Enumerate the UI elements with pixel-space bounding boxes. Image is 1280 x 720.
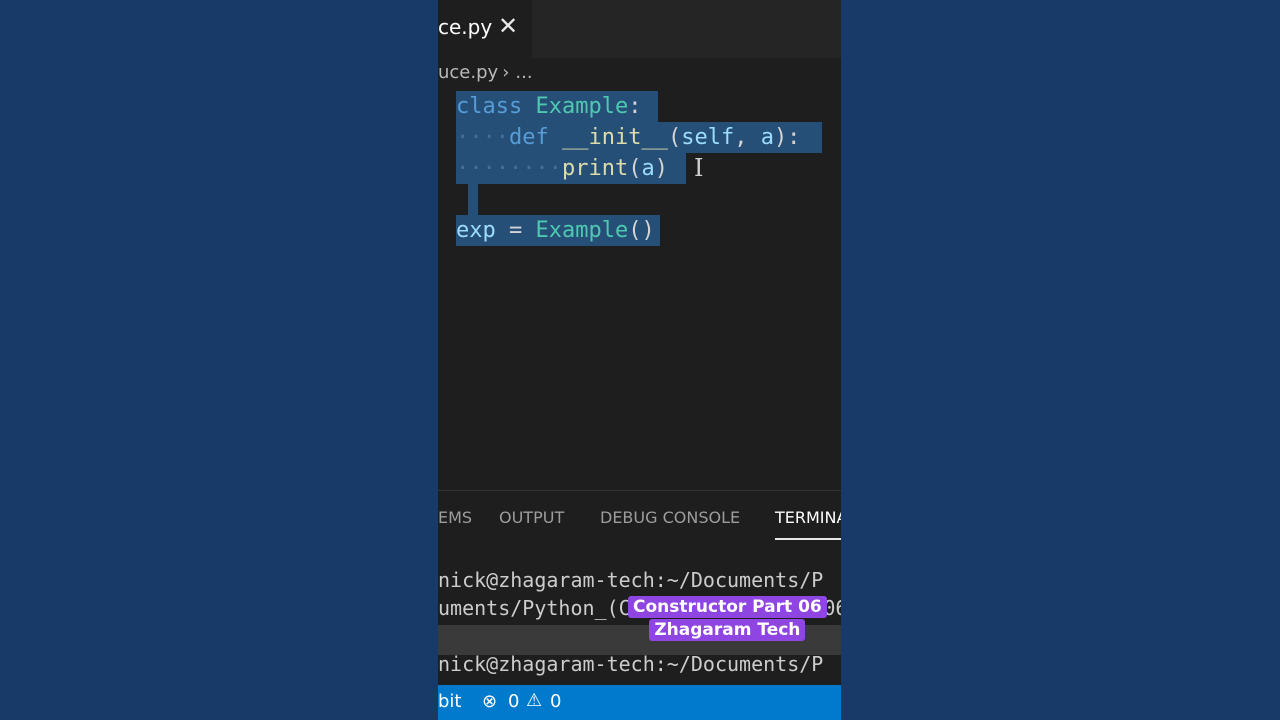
tab-terminal[interactable]: TERMINA — [775, 508, 841, 527]
terminal-line-1: nick@zhagaram-tech:~/Documents/P — [438, 568, 824, 592]
panel-tab-bar: EMS OUTPUT DEBUG CONSOLE TERMINA — [438, 490, 841, 543]
error-count[interactable]: 0 — [508, 691, 519, 712]
tab-debug-console[interactable]: DEBUG CONSOLE — [600, 508, 740, 527]
video-caption: Constructor Part 06 Zhagaram Tech — [628, 596, 827, 641]
warning-count[interactable]: 0 — [550, 691, 561, 712]
tab-label: ce.py — [438, 15, 493, 39]
chevron-right-icon: › — [502, 62, 510, 83]
active-tab-indicator — [775, 538, 841, 540]
code-line-2: ····def __init__(self, a): — [456, 125, 801, 150]
error-icon[interactable]: ⊗ — [482, 691, 497, 712]
selection-highlight — [468, 184, 478, 215]
code-line-5: exp = Example() — [456, 218, 655, 243]
code-line-3: ········print(a) — [456, 156, 668, 181]
code-line-1: class Example: — [456, 94, 642, 119]
close-icon[interactable]: ✕ — [498, 12, 518, 40]
git-status[interactable]: bit — [438, 691, 461, 712]
warning-icon[interactable]: ⚠ — [526, 690, 542, 711]
tab-problems[interactable]: EMS — [438, 508, 472, 527]
breadcrumb: uce.py ›... — [438, 62, 533, 88]
caption-title: Constructor Part 06 — [628, 596, 827, 618]
caption-channel: Zhagaram Tech — [649, 619, 806, 641]
text-cursor-icon: I — [694, 154, 704, 182]
status-bar: bit ⊗ 0 ⚠ 0 — [438, 685, 841, 720]
code-editor[interactable]: class Example: ····def __init__(self, a)… — [438, 90, 841, 480]
tab-output[interactable]: OUTPUT — [499, 508, 564, 527]
terminal-line-3: nick@zhagaram-tech:~/Documents/P — [438, 652, 824, 676]
breadcrumb-file[interactable]: uce.py — [438, 62, 498, 83]
tab-bar: ce.py ✕ — [438, 0, 841, 58]
breadcrumb-more[interactable]: ... — [515, 62, 532, 83]
editor-tab[interactable]: ce.py ✕ — [438, 0, 532, 58]
